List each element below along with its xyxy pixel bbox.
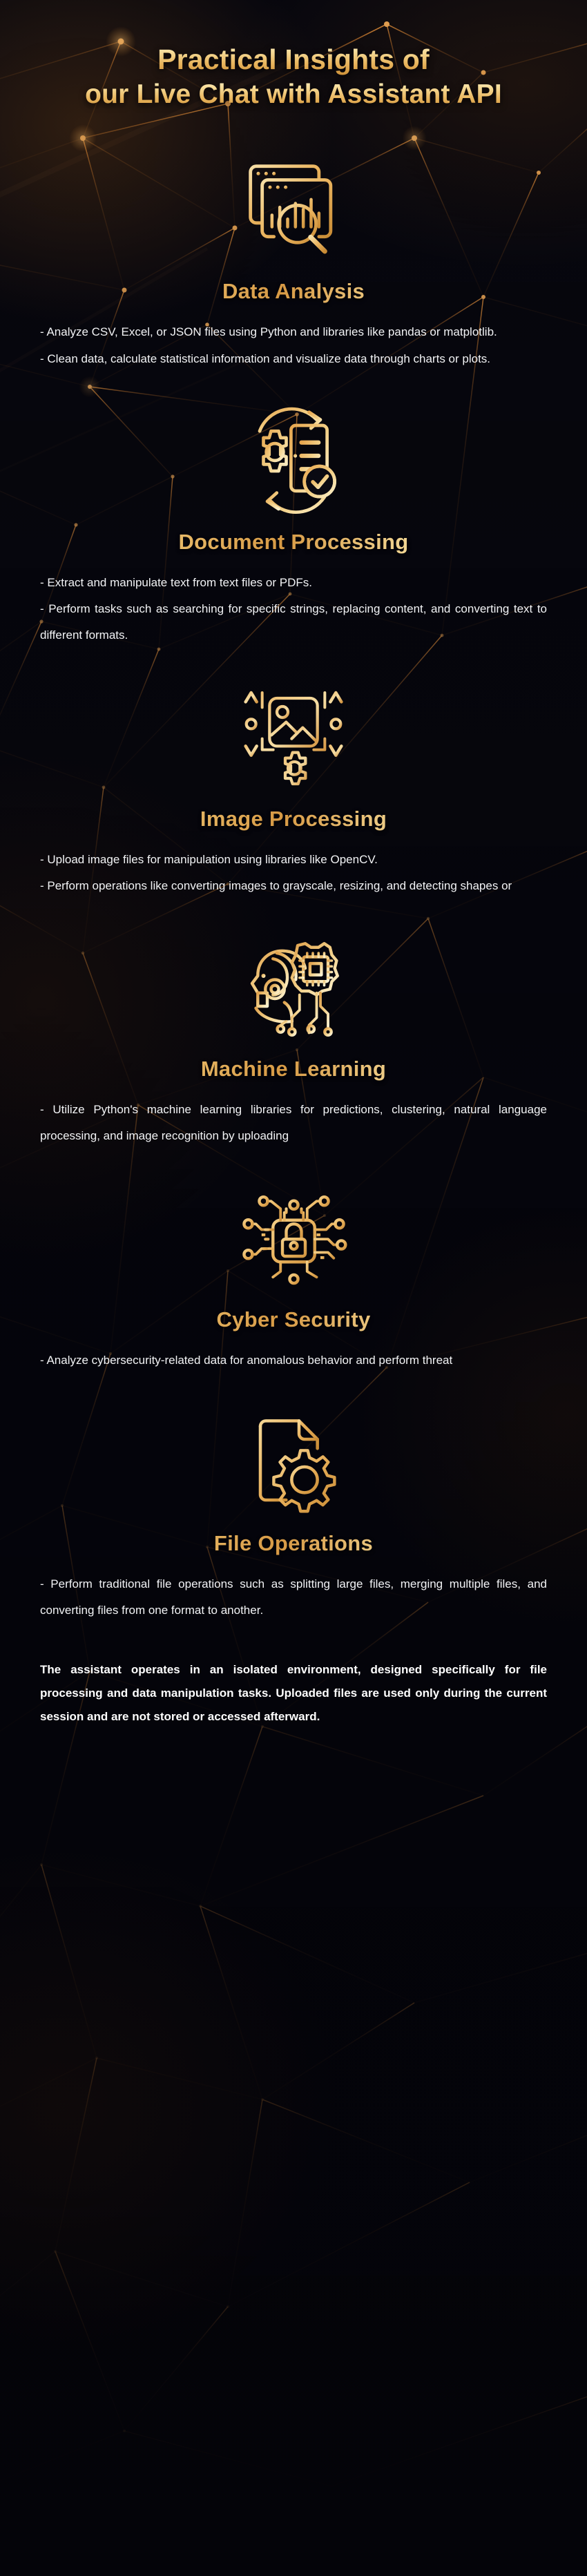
section-paragraph: - Perform traditional file operations su…	[40, 1577, 547, 1617]
data-analysis-icon	[0, 144, 587, 275]
section-body: - Upload image files for manipulation us…	[0, 847, 587, 900]
file-operations-icon	[0, 1396, 587, 1527]
section-body: - Extract and manipulate text from text …	[0, 570, 587, 649]
section-cyber-security: Cyber Security - Analyze cybersecurity-r…	[0, 1157, 587, 1381]
section-paragraph: - Perform tasks such as searching for sp…	[40, 602, 547, 642]
page-header: Practical Insights of our Live Chat with…	[0, 0, 587, 128]
page-title-line-2: our Live Chat with Assistant API	[28, 77, 559, 112]
section-paragraph: - Analyze CSV, Excel, or JSON files usin…	[40, 325, 497, 339]
section-document-processing: Document Processing - Extract and manipu…	[0, 379, 587, 656]
section-paragraph: - Perform operations like converting ima…	[40, 878, 512, 892]
section-paragraph: - Analyze cybersecurity-related data for…	[40, 1353, 453, 1367]
machine-learning-icon	[0, 921, 587, 1052]
page-title-line-1: Practical Insights of	[28, 41, 559, 77]
cyber-security-icon	[0, 1172, 587, 1303]
section-paragraph: - Extract and manipulate text from text …	[40, 575, 312, 589]
section-heading: Image Processing	[0, 807, 587, 832]
section-heading: File Operations	[0, 1531, 587, 1556]
section-paragraph: - Utilize Python's machine learning libr…	[40, 1103, 547, 1143]
section-paragraph: - Upload image files for manipulation us…	[40, 852, 378, 866]
section-heading: Document Processing	[0, 530, 587, 555]
section-paragraph: - Clean data, calculate statistical info…	[40, 352, 491, 365]
footer-note: The assistant operates in an isolated en…	[40, 1663, 547, 1724]
section-body: - Analyze CSV, Excel, or JSON files usin…	[0, 319, 587, 372]
section-file-operations: File Operations - Perform traditional fi…	[0, 1381, 587, 1631]
section-machine-learning: Machine Learning - Utilize Python's mach…	[0, 906, 587, 1157]
section-heading: Machine Learning	[0, 1057, 587, 1082]
document-processing-icon	[0, 394, 587, 526]
section-heading: Cyber Security	[0, 1307, 587, 1332]
image-processing-icon	[0, 671, 587, 802]
section-heading: Data Analysis	[0, 279, 587, 304]
section-body: - Perform traditional file operations su…	[0, 1571, 587, 1624]
section-data-analysis: Data Analysis - Analyze CSV, Excel, or J…	[0, 128, 587, 379]
section-body: - Analyze cybersecurity-related data for…	[0, 1347, 587, 1374]
section-body: - Utilize Python's machine learning libr…	[0, 1097, 587, 1150]
section-image-processing: Image Processing - Upload image files fo…	[0, 656, 587, 907]
